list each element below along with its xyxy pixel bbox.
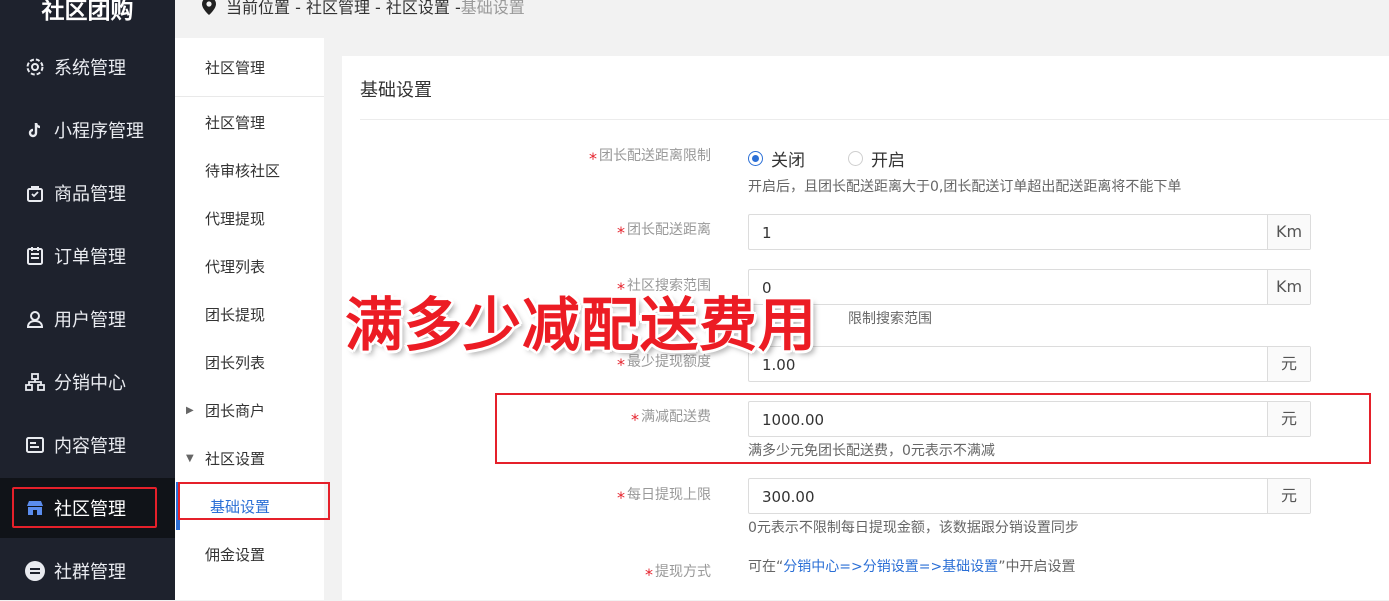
breadcrumb: 当前位置 - 社区管理 - 社区设置 - 基础设置 (200, 0, 525, 18)
unit-label: Km (1267, 215, 1310, 249)
field-label-daily-limit: * 每日提现上限 (617, 487, 711, 507)
user-icon (24, 308, 46, 330)
content-icon (24, 434, 46, 456)
distance-input[interactable]: 1 Km (748, 214, 1311, 250)
order-icon (24, 245, 46, 267)
daily-limit-input[interactable]: 300.00 元 (748, 478, 1311, 514)
highlight-box (495, 393, 1371, 464)
sidebar-item-label: 小程序管理 (54, 121, 144, 142)
sidebar-item-distribution[interactable]: 分销中心 (0, 352, 175, 412)
highlight-box (12, 487, 157, 528)
bag-icon (24, 182, 46, 204)
panel-title: 基础设置 (360, 80, 432, 101)
sidebar-item-label: 内容管理 (54, 436, 126, 457)
distribution-settings-link[interactable]: 分销中心=>分销设置=>基础设置 (783, 559, 998, 575)
subnav-item-agent-list[interactable]: 代理列表 (175, 242, 324, 290)
unit-label: 元 (1267, 479, 1310, 513)
caret-down-icon: ▼ (186, 452, 194, 464)
sidebar-item-label: 商品管理 (54, 184, 126, 205)
field-label-withdraw-method: * 提现方式 (645, 564, 711, 584)
subnav-item-commission-settings[interactable]: 佣金设置 (175, 530, 324, 578)
sidebar-item-content[interactable]: 内容管理 (0, 415, 175, 475)
hint-distance-limit: 开启后，且团长配送距离大于0,团长配送订单超出配送距离将不能下单 (748, 179, 1182, 195)
sidebar-item-label: 社群管理 (54, 562, 126, 583)
annotation-overlay-text: 满多少减配送费用 (345, 291, 818, 359)
hint-daily-limit: 0元表示不限制每日提现金额，该数据跟分销设置同步 (748, 520, 1079, 536)
subnav-item-pending[interactable]: 待审核社区 (175, 146, 324, 194)
sidebar-item-orders[interactable]: 订单管理 (0, 226, 175, 286)
subnav-item-leader-withdraw[interactable]: 团长提现 (175, 290, 324, 338)
radio-on[interactable]: 开启 (848, 146, 905, 171)
caret-right-icon: ▶ (186, 404, 194, 416)
subnav-item-community[interactable]: 社区管理 (175, 98, 324, 146)
subnav-item-leader-list[interactable]: 团长列表 (175, 338, 324, 386)
divider (360, 119, 1389, 120)
sidebar-item-label: 系统管理 (54, 58, 126, 79)
tiktok-icon (24, 119, 46, 141)
min-withdraw-input[interactable]: 1.00 元 (748, 346, 1311, 382)
sidebar-item-users[interactable]: 用户管理 (0, 289, 175, 349)
subnav-item-agent-withdraw[interactable]: 代理提现 (175, 194, 324, 242)
sidebar-item-group[interactable]: 社群管理 (0, 541, 175, 601)
search-range-input[interactable]: 0 Km (748, 269, 1311, 305)
sidebar-item-goods[interactable]: 商品管理 (0, 163, 175, 223)
sidebar-item-label: 用户管理 (54, 310, 126, 331)
field-label-distance-limit: * 团长配送距离限制 (589, 148, 711, 168)
breadcrumb-current: 基础设置 (460, 0, 525, 17)
unit-label: 元 (1267, 347, 1310, 381)
group-icon (24, 560, 46, 582)
gear-icon (24, 56, 46, 78)
subnav-header-block: 社区管理 (175, 38, 324, 97)
breadcrumb-path: 当前位置 - 社区管理 - 社区设置 - (226, 0, 461, 17)
field-label-distance: * 团长配送距离 (617, 222, 711, 242)
highlight-box (178, 482, 330, 520)
location-pin-icon (200, 0, 218, 16)
app-logo: 社区团购 (41, 0, 134, 24)
unit-label: Km (1267, 270, 1310, 304)
subnav-item-community-settings[interactable]: ▼ 社区设置 (175, 434, 324, 482)
sidebar-item-label: 分销中心 (54, 373, 126, 394)
sidebar-item-system[interactable]: 系统管理 (0, 37, 175, 97)
sidebar-item-label: 订单管理 (54, 247, 126, 268)
radio-checked-icon (748, 151, 763, 166)
subnav-header[interactable]: 社区管理 (175, 43, 324, 91)
sidebar-item-miniprogram[interactable]: 小程序管理 (0, 100, 175, 160)
subnav-item-leader-merchant[interactable]: ▶ 团长商户 (175, 386, 324, 434)
hint-search-range: 限制搜索范围 (848, 311, 932, 327)
hint-withdraw-method: 可在“分销中心=>分销设置=>基础设置”中开启设置 (748, 559, 1076, 575)
network-icon (24, 371, 46, 393)
radio-unchecked-icon (848, 151, 863, 166)
radio-off[interactable]: 关闭 (748, 146, 805, 171)
